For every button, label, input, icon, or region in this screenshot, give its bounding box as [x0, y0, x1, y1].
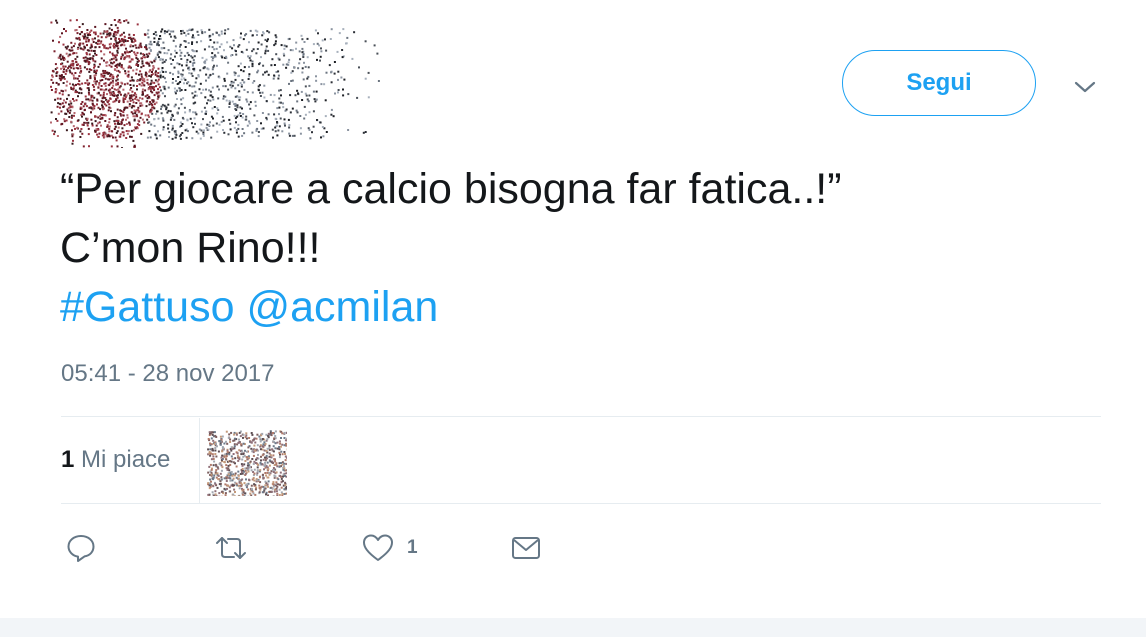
stats-top-divider [61, 416, 1101, 417]
likes-count: 1 [61, 446, 75, 473]
heart-icon [363, 534, 393, 561]
tweet-text: “Per giocare a calcio bisogna far fatica… [60, 160, 1100, 337]
stats-separator [199, 418, 200, 504]
retweet-icon [216, 537, 246, 559]
mention-link[interactable]: @acmilan [246, 283, 438, 331]
reply-icon [67, 535, 95, 562]
retweet-button[interactable] [213, 528, 249, 568]
tweet-actions: 1 [61, 528, 661, 568]
envelope-icon [512, 537, 540, 559]
hashtag-link[interactable]: #Gattuso [60, 283, 235, 331]
tweet-timestamp[interactable]: 05:41 - 28 nov 2017 [61, 360, 275, 388]
reply-button[interactable] [65, 528, 97, 568]
liker-avatar[interactable] [207, 430, 289, 498]
tweet-text-line-2: C’mon Rino!!! [60, 224, 321, 272]
likes-stat[interactable]: 1 Mi piace [61, 446, 170, 474]
follow-button[interactable]: Segui [842, 50, 1036, 116]
pixelated-author-image [50, 19, 380, 148]
like-count: 1 [407, 537, 418, 558]
tweet-links-line: #Gattuso @acmilan [60, 278, 1100, 337]
obscured-author-header [50, 18, 380, 148]
stats-bottom-divider [61, 503, 1101, 504]
direct-message-button[interactable] [509, 528, 543, 568]
page-bottom-background [0, 618, 1146, 637]
like-button[interactable]: 1 [361, 528, 418, 568]
tweet-card: Segui “Per giocare a calcio bisogna far … [0, 0, 1146, 618]
tweet-text-line-1: “Per giocare a calcio bisogna far fatica… [60, 165, 842, 213]
tweet-stats: 1 Mi piace [61, 418, 1101, 504]
chevron-down-icon [1074, 81, 1096, 93]
pixelated-liker-image [207, 430, 289, 498]
more-options-button[interactable] [1070, 74, 1100, 100]
likes-label: Mi piace [81, 446, 171, 473]
